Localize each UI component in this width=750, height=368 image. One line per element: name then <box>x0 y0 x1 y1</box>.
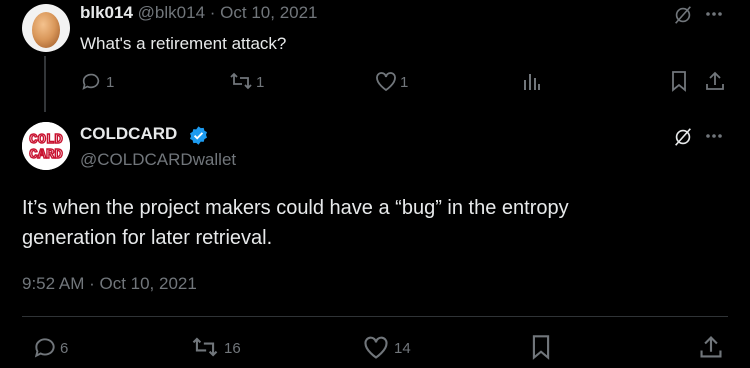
parent-author-handle[interactable]: @blk014 <box>138 3 205 22</box>
heart-icon[interactable] <box>362 334 390 360</box>
header-separator: · <box>209 3 216 22</box>
reply-like-count: 14 <box>394 340 411 357</box>
retweet-arrows-icon[interactable] <box>190 334 220 360</box>
divider <box>22 316 728 317</box>
share-upload-icon[interactable] <box>698 334 724 360</box>
bookmark-icon[interactable] <box>670 70 688 92</box>
coldcard-logo: COLD CARD <box>22 122 70 170</box>
parent-retweet-count: 1 <box>256 74 265 91</box>
parent-tweet-header: blk014 @blk014 · Oct 10, 2021 <box>80 3 318 23</box>
logo-text-bottom: CARD <box>29 147 63 163</box>
avatar-coldcard[interactable]: COLD CARD <box>22 122 70 170</box>
grok-slash-icon[interactable] <box>672 126 694 148</box>
heart-icon[interactable] <box>374 70 398 92</box>
reply-author-handle[interactable]: @COLDCARDwallet <box>80 150 236 170</box>
parent-date[interactable]: Oct 10, 2021 <box>220 3 317 22</box>
bookmark-icon[interactable] <box>530 334 552 360</box>
reply-bubble-icon[interactable] <box>32 334 58 360</box>
reply-retweet-count: 16 <box>224 340 241 357</box>
grok-slash-icon[interactable] <box>672 4 694 26</box>
reply-bubble-icon[interactable] <box>80 70 102 92</box>
reply-timestamp[interactable]: 9:52 AM · Oct 10, 2021 <box>22 274 197 294</box>
egg-avatar-image <box>22 4 70 52</box>
logo-text-top: COLD <box>29 132 63 148</box>
parent-tweet-text: What's a retirement attack? <box>80 34 287 53</box>
reply-tweet-text: It’s when the project makers could have … <box>22 197 569 249</box>
share-upload-icon[interactable] <box>704 70 726 92</box>
bar-chart-icon[interactable] <box>522 70 542 92</box>
more-dots-icon[interactable] <box>704 6 724 22</box>
reply-reply-count: 6 <box>60 340 69 357</box>
parent-like-count: 1 <box>400 74 409 91</box>
more-dots-icon[interactable] <box>704 128 724 144</box>
retweet-arrows-icon[interactable] <box>228 70 254 92</box>
avatar-blk014[interactable] <box>22 4 70 52</box>
parent-reply-count: 1 <box>106 74 115 91</box>
thread-connector-line <box>44 56 46 112</box>
verified-badge-icon[interactable] <box>188 125 209 146</box>
reply-author-name[interactable]: COLDCARD <box>80 124 177 144</box>
parent-author-name[interactable]: blk014 <box>80 3 133 22</box>
